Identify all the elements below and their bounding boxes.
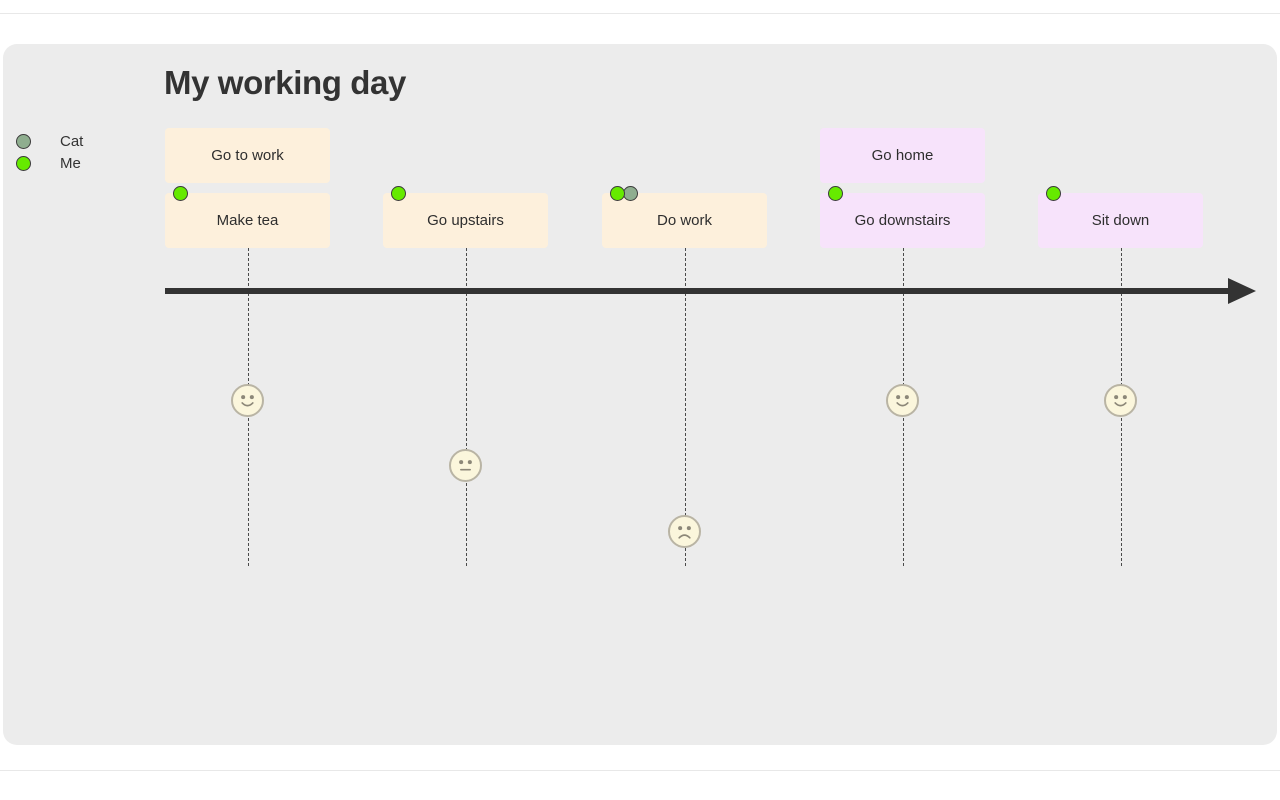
actor-marker-me[interactable]	[391, 186, 406, 201]
timeline-page: My working day Cat Me Go to work Make tea G…	[0, 0, 1280, 800]
page-rule-top	[0, 13, 1280, 14]
legend-item-label: Cat	[60, 132, 84, 150]
arrow-right-icon	[1228, 278, 1256, 304]
mood-face-sad-icon	[668, 515, 701, 548]
circle-marker-icon	[16, 133, 31, 149]
timeline-event-lower-box[interactable]: Do work	[602, 193, 767, 248]
timeline-connector-line	[465, 248, 467, 566]
mood-face-happy-icon	[231, 384, 264, 417]
circle-marker-icon	[16, 155, 31, 171]
timeline-event-lower-box[interactable]: Go downstairs	[820, 193, 985, 248]
actor-marker-me[interactable]	[173, 186, 188, 201]
timeline-axis-line	[165, 288, 1233, 294]
timeline-event-upper-box[interactable]: Go home	[820, 128, 985, 183]
mood-face-happy-icon	[886, 384, 919, 417]
actor-marker-me[interactable]	[610, 186, 625, 201]
timeline-event-lower-box[interactable]: Make tea	[165, 193, 330, 248]
legend-item-label: Me	[60, 154, 81, 172]
mood-face-neutral-icon	[449, 449, 482, 482]
timeline-event-lower-box[interactable]: Go upstairs	[383, 193, 548, 248]
timeline-event-upper-box[interactable]: Go to work	[165, 128, 330, 183]
actor-marker-me[interactable]	[828, 186, 843, 201]
timeline-event-lower-box[interactable]: Sit down	[1038, 193, 1203, 248]
actor-marker-cat[interactable]	[623, 186, 638, 201]
legend: Cat Me	[16, 130, 146, 174]
page-title: My working day	[164, 64, 406, 101]
actor-marker-me[interactable]	[1046, 186, 1061, 201]
page-rule-bottom	[0, 770, 1280, 771]
legend-item-me[interactable]: Me	[16, 152, 146, 174]
legend-item-cat[interactable]: Cat	[16, 130, 146, 152]
mood-face-happy-icon	[1104, 384, 1137, 417]
